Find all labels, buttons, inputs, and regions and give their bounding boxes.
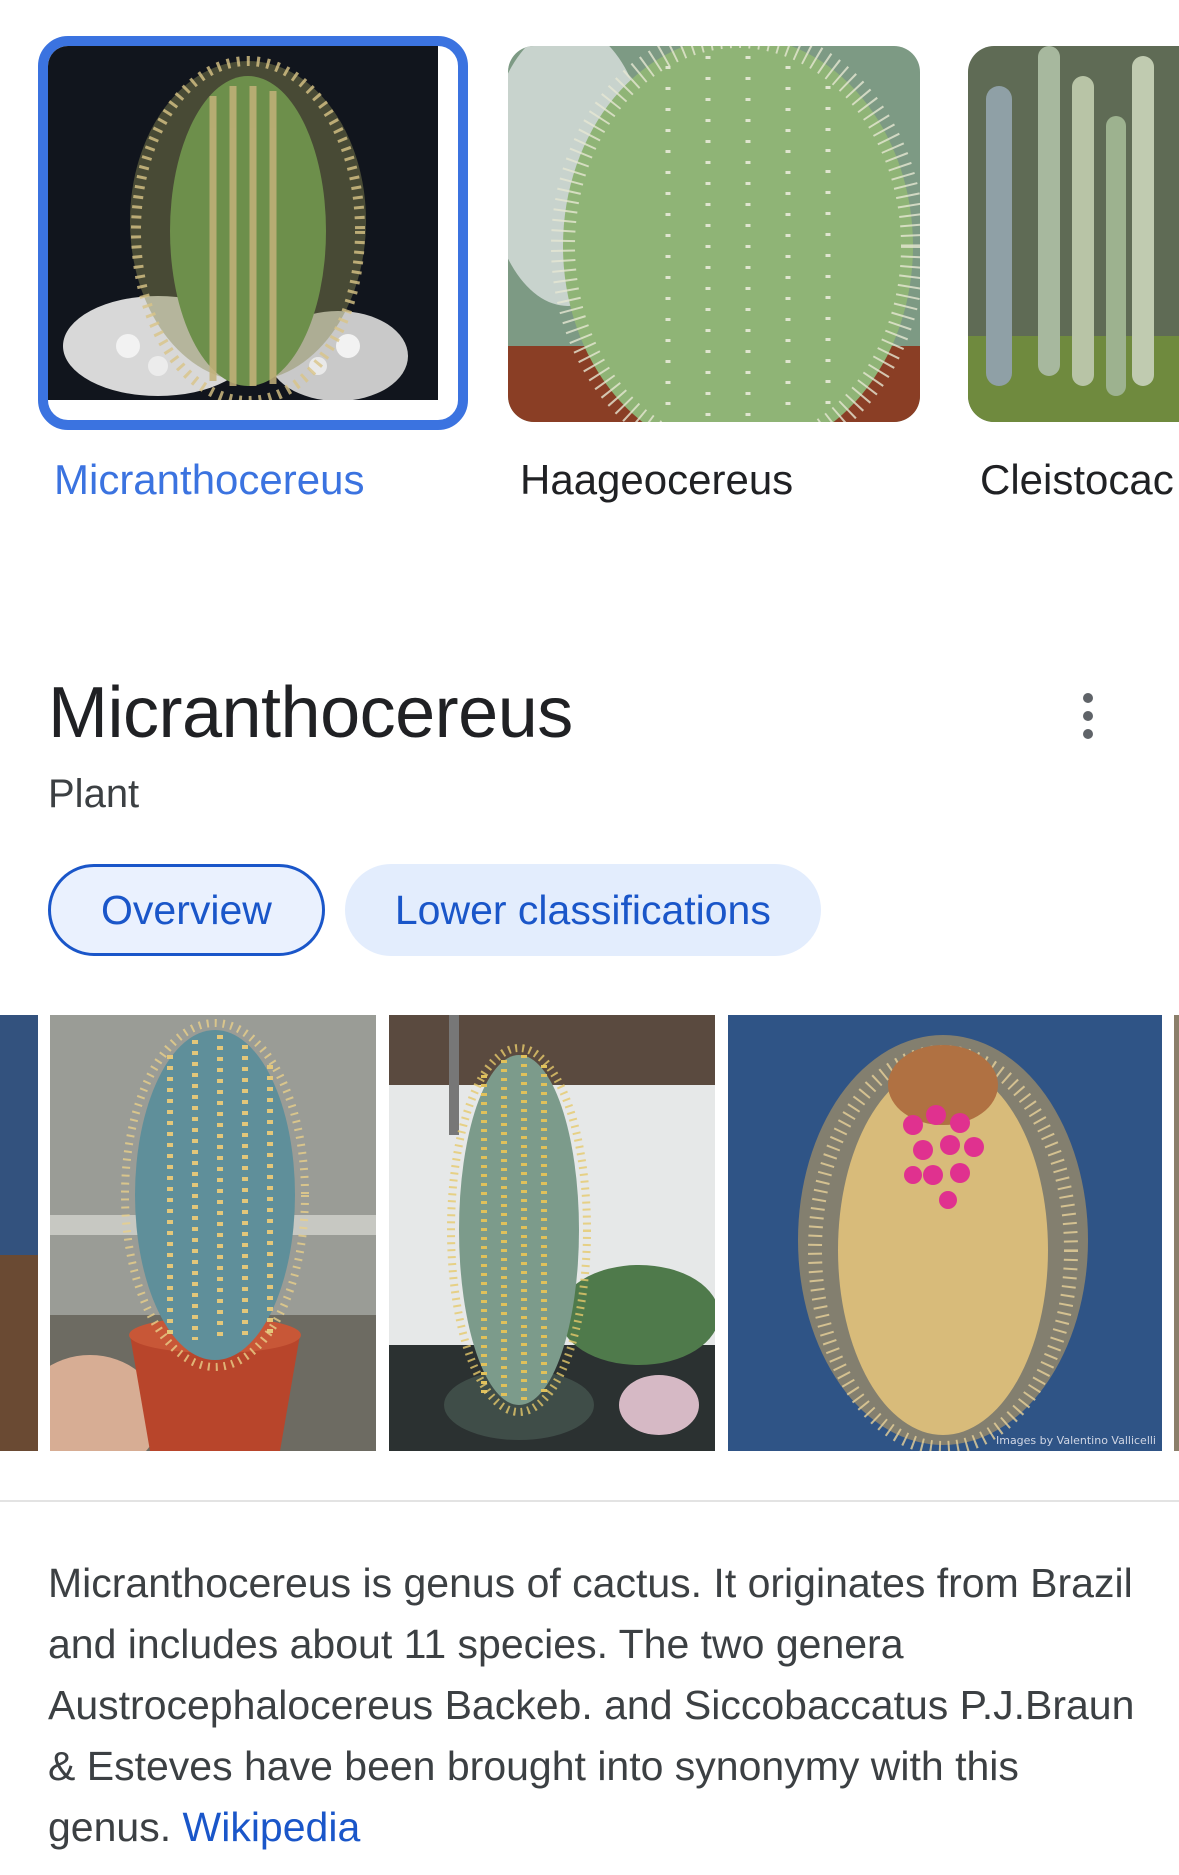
gallery-image-partial-left[interactable]	[0, 1015, 38, 1451]
related-label: Micranthocereus	[54, 456, 365, 503]
gallery-watermark: Images by Valentino Vallicelli	[995, 1434, 1156, 1447]
related-label: Haageocereus	[520, 456, 794, 503]
wikipedia-source-link[interactable]: Wikipedia	[183, 1804, 361, 1850]
image-gallery: Images by Valentino Vallicelli	[0, 1015, 1179, 1451]
related-entities-carousel: Micranthocereus Haageocereus Cleistocac	[0, 0, 1179, 520]
gallery-image-partial-right[interactable]	[1174, 1015, 1179, 1451]
related-label: Cleistocac	[980, 456, 1174, 503]
gallery-image-2[interactable]	[389, 1015, 715, 1451]
tab-overview[interactable]: Overview	[48, 864, 325, 956]
gallery-image-3[interactable]: Images by Valentino Vallicelli	[728, 1015, 1162, 1451]
more-options-icon[interactable]	[1066, 686, 1110, 746]
section-divider	[0, 1500, 1179, 1502]
entity-description: Micranthocereus is genus of cactus. It o…	[48, 1553, 1138, 1858]
entity-subtitle: Plant	[48, 772, 140, 816]
entity-title: Micranthocereus	[48, 673, 573, 753]
entity-tabs: Overview Lower classifications	[48, 864, 821, 956]
micranthocereus-thumbnail	[38, 36, 468, 430]
cleistocactus-thumbnail	[968, 46, 1179, 422]
gallery-image-1[interactable]	[50, 1015, 376, 1451]
haageocereus-thumbnail	[508, 46, 920, 422]
tab-lower-classifications[interactable]: Lower classifications	[344, 864, 821, 956]
